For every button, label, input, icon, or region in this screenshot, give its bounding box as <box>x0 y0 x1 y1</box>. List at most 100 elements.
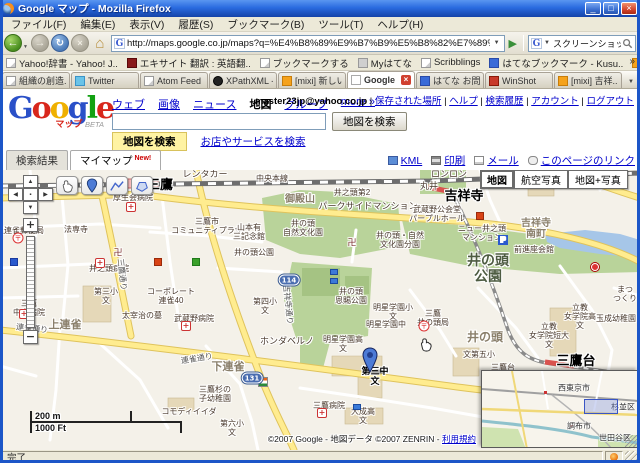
panel-tab[interactable]: マイマップNew! <box>70 150 161 170</box>
pan-center-button[interactable]: ▪ <box>23 188 38 201</box>
hand-tool-button[interactable] <box>56 176 78 195</box>
map-type-button[interactable]: 地図 <box>480 170 514 189</box>
shape-tool-button[interactable] <box>131 176 153 195</box>
maps-search-form: 地図を検索 <box>112 112 407 131</box>
maximize-button[interactable]: □ <box>603 2 619 15</box>
pan-up-button[interactable]: ▲ <box>23 175 38 188</box>
url-bar[interactable]: G ▼ <box>111 35 505 52</box>
zoom-slider[interactable] <box>26 236 35 328</box>
menu-item[interactable]: 履歴(S) <box>171 17 220 32</box>
bookmarks-overflow-button[interactable]: » <box>629 56 635 67</box>
back-dropdown-icon[interactable]: ▼ <box>23 44 28 50</box>
action-label[interactable]: KML <box>401 155 423 167</box>
map-label: 井の頭公園 <box>234 249 274 258</box>
result-marker[interactable] <box>362 347 386 380</box>
bookmark-item[interactable]: はてなブックマーク - Kusu.. <box>489 56 623 70</box>
close-button[interactable]: × <box>621 2 637 15</box>
tab-label: はてな お問い.. <box>433 74 480 87</box>
search-icon[interactable] <box>622 38 633 49</box>
account-link[interactable]: ヘルプ <box>449 96 478 107</box>
engine-dropdown-icon[interactable]: ▼ <box>542 40 552 46</box>
action-link[interactable]: メール <box>474 153 519 168</box>
panel-tab[interactable]: 検索結果 <box>6 150 68 170</box>
map-label: 明星学園中 <box>366 321 406 330</box>
account-link[interactable]: ログアウト <box>586 96 634 107</box>
map-canvas[interactable]: レンタカーロンロン三鷹中央本線丸井吉祥寺御殿山井之頭第2パークサイドマンション武… <box>0 170 640 450</box>
action-link[interactable]: このページのリンク <box>528 153 635 168</box>
action-label[interactable]: メール <box>487 153 519 168</box>
placemark-tool-button[interactable] <box>81 176 103 195</box>
go-button[interactable]: ▶ <box>507 37 519 50</box>
bookmark-item[interactable]: Scribblings <box>421 57 480 68</box>
pan-left-button[interactable]: ◀ <box>8 188 23 201</box>
pan-down-button[interactable]: ▼ <box>23 201 38 214</box>
map-type-button[interactable]: 地図+写真 <box>568 170 628 189</box>
update-indicator[interactable] <box>605 451 623 462</box>
line-tool-button[interactable] <box>106 176 128 195</box>
browser-tab[interactable]: XPathXML -.. <box>209 72 277 88</box>
browser-tab[interactable]: WinShot <box>485 72 553 88</box>
minimap-label: 西東京市 <box>558 383 590 394</box>
map-type-button[interactable]: 航空写真 <box>514 170 568 189</box>
bookmark-item[interactable]: エキサイト 翻訳 : 英語翻.. <box>127 56 251 70</box>
browser-tab[interactable]: Atom Feed .. <box>140 72 208 88</box>
stop-button[interactable]: × <box>71 34 89 52</box>
minimap-resize-grip[interactable] <box>625 435 637 447</box>
bookmark-item[interactable]: Yahoo!辞書 - Yahoo! J.. <box>6 56 118 70</box>
window-title: Google マップ - Mozilla Firefox <box>18 1 583 16</box>
browser-tab[interactable]: [mixi] 吉祥.. <box>554 72 622 88</box>
xpath-icon <box>213 76 223 86</box>
overview-minimap[interactable]: 西東京市杉並区調布市世田谷区 <box>481 370 638 448</box>
browser-tab[interactable]: Google ..× <box>347 71 415 88</box>
url-input[interactable] <box>125 38 492 49</box>
account-link[interactable]: 保存された場所 <box>375 96 442 107</box>
terms-link[interactable]: 利用規約 <box>442 434 476 444</box>
web-search-box[interactable]: G ▼ <box>528 35 636 52</box>
tab-label: WinShot <box>502 76 536 86</box>
browser-tab[interactable]: [mixi] 新しい.. <box>278 72 346 88</box>
action-label[interactable]: 印刷 <box>444 153 465 168</box>
account-link[interactable]: 検索履歴 <box>485 96 523 107</box>
zoom-out-button[interactable]: − <box>23 330 38 344</box>
search-mode-tab[interactable]: 地図を検索 <box>112 132 187 151</box>
firefox-update-icon <box>610 453 618 461</box>
minimize-button[interactable]: _ <box>585 2 601 15</box>
action-link[interactable]: KML <box>388 155 423 167</box>
browser-tab[interactable]: 組織の創造.. <box>2 72 70 88</box>
back-button[interactable]: ← <box>4 34 22 52</box>
forward-button[interactable]: → <box>31 34 49 52</box>
bookmark-item[interactable]: Myはてな <box>358 56 412 70</box>
action-label[interactable]: このページのリンク <box>541 153 635 168</box>
web-search-input[interactable] <box>552 38 622 48</box>
maps-search-button[interactable]: 地図を検索 <box>332 112 407 131</box>
url-dropdown-icon[interactable]: ▼ <box>492 40 502 46</box>
bookmark-item[interactable]: ブックマークする <box>260 56 349 70</box>
zoom-in-button[interactable]: + <box>23 218 38 232</box>
minimap-viewport-rect[interactable] <box>584 399 618 414</box>
search-mode-tab[interactable]: お店やサービスを検索 <box>187 132 320 151</box>
menu-item[interactable]: 表示(V) <box>122 17 171 32</box>
action-link[interactable]: 印刷 <box>431 153 465 168</box>
search-engine-icon[interactable]: G <box>531 38 542 49</box>
tab-list-dropdown-icon[interactable]: ▼ <box>628 79 638 88</box>
services-nav-link[interactable]: 画像 <box>158 96 180 112</box>
services-nav-link[interactable]: ウェブ <box>112 96 145 112</box>
temple-icon: 卍 <box>113 246 122 259</box>
pan-right-button[interactable]: ▶ <box>38 188 53 201</box>
home-button[interactable]: ⌂ <box>91 34 109 52</box>
menu-item[interactable]: ヘルプ(H) <box>370 17 430 32</box>
maps-search-input[interactable] <box>112 113 326 130</box>
tab-bar: 組織の創造..TwitterAtom Feed ..XPathXML -..[m… <box>0 71 640 89</box>
browser-tab[interactable]: はてな お問い.. <box>416 72 484 88</box>
menu-item[interactable]: ツール(T) <box>311 17 370 32</box>
menu-item[interactable]: 編集(E) <box>73 17 122 32</box>
reload-button[interactable]: ↻ <box>51 34 69 52</box>
title-bar[interactable]: Google マップ - Mozilla Firefox _ □ × <box>0 0 640 17</box>
account-link[interactable]: アカウント <box>531 96 579 107</box>
menu-item[interactable]: ブックマーク(B) <box>220 17 311 32</box>
tab-close-button[interactable]: × <box>401 75 411 85</box>
menu-item[interactable]: ファイル(F) <box>4 17 73 32</box>
browser-tab[interactable]: Twitter <box>71 72 139 88</box>
services-nav-link[interactable]: ニュース <box>193 96 236 112</box>
window-resize-grip[interactable] <box>625 451 638 462</box>
